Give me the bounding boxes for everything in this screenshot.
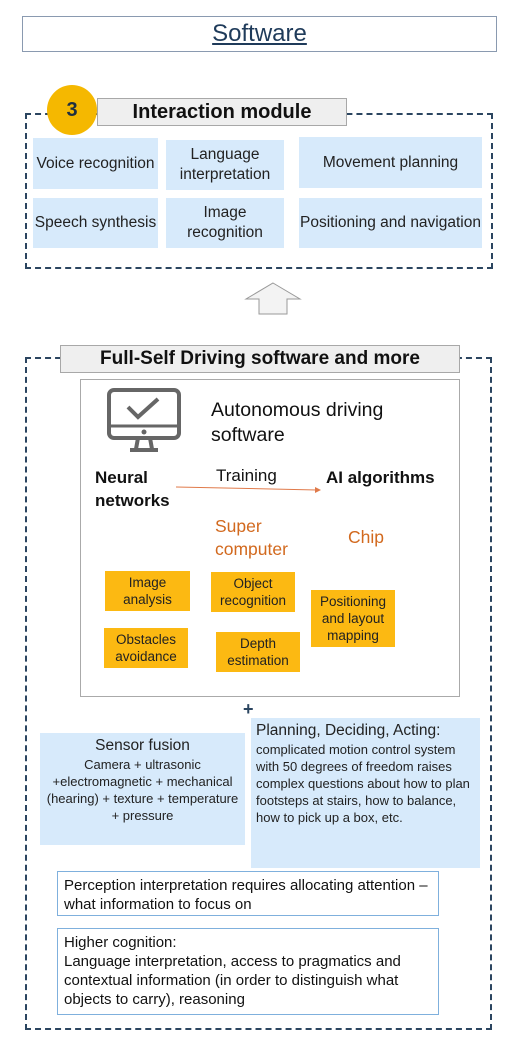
higher-cognition-title: Higher cognition:: [64, 934, 177, 951]
task-image-analysis: Image analysis: [105, 571, 190, 611]
cell-language-interpretation: Language interpretation: [166, 140, 284, 190]
cell-movement-planning: Movement planning: [299, 137, 482, 188]
sensor-fusion-box: Sensor fusion Camera + ultrasonic +elect…: [40, 733, 245, 845]
sensor-fusion-body: Camera + ultrasonic +electromagnetic + m…: [46, 757, 239, 823]
higher-cognition-body: Language interpretation, access to pragm…: [64, 953, 401, 1008]
fsd-title: Full-Self Driving software and more: [60, 345, 460, 373]
step-number-badge: 3: [47, 85, 97, 135]
autonomous-driving-heading: Autonomous driving software: [211, 399, 384, 446]
planning-box: Planning, Deciding, Acting: complicated …: [251, 718, 480, 868]
task-obstacles-avoidance: Obstacles avoidance: [104, 628, 188, 668]
task-depth-estimation: Depth estimation: [216, 632, 300, 672]
cell-voice-recognition: Voice recognition: [33, 138, 158, 189]
neural-networks-label: Neural networks: [95, 468, 170, 510]
planning-body: complicated motion control system with 5…: [256, 742, 470, 825]
software-title: Software: [22, 16, 497, 52]
training-arrow-icon: [175, 486, 321, 493]
chip-label: Chip: [348, 527, 384, 547]
sensor-fusion-title: Sensor fusion: [95, 737, 190, 754]
plus-sign: +: [243, 699, 254, 719]
task-object-recognition: Object recognition: [211, 572, 295, 612]
super-computer-label: Super computer: [215, 516, 288, 559]
ai-algorithms-label: AI algorithms: [326, 468, 435, 487]
monitor-check-icon: [107, 388, 181, 452]
higher-cognition-box: Higher cognition: Language interpretatio…: [57, 928, 439, 1015]
cell-speech-synthesis: Speech synthesis: [33, 198, 158, 248]
planning-title: Planning, Deciding, Acting:: [256, 722, 441, 739]
task-positioning-mapping: Positioning and layout mapping: [311, 590, 395, 647]
cell-positioning-navigation: Positioning and navigation: [299, 198, 482, 248]
up-arrow-icon: [244, 282, 302, 315]
cell-image-recognition: Image recognition: [166, 198, 284, 248]
perception-box: Perception interpretation requires alloc…: [57, 871, 439, 916]
interaction-module-title: Interaction module: [97, 98, 347, 126]
